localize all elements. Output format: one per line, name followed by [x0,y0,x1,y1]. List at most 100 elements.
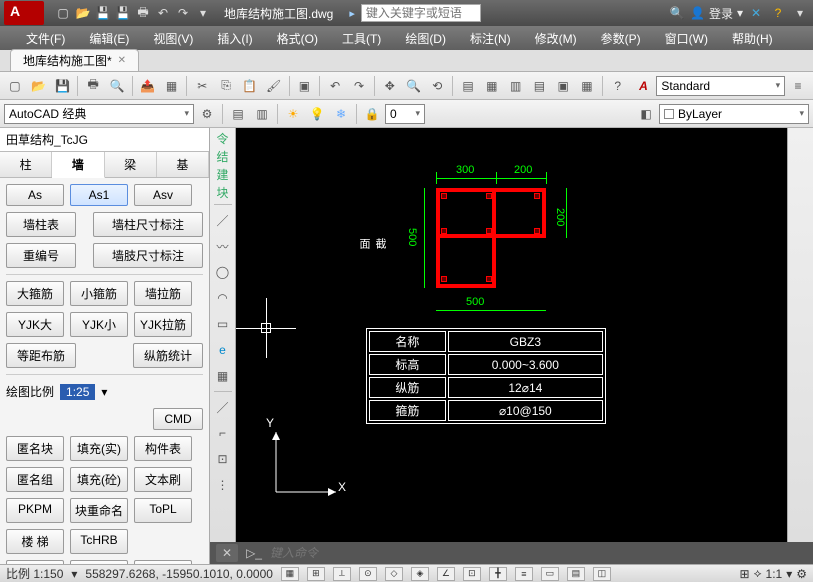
menu-modify[interactable]: 修改(M) [525,27,587,50]
menu-insert[interactable]: 插入(I) [207,27,262,50]
polar-btn[interactable]: ⊙ [359,567,377,581]
workspace-combo[interactable]: AutoCAD 经典▾ [4,104,194,124]
3dosnap-btn[interactable]: ◈ [411,567,429,581]
btn-as1[interactable]: As1 [70,184,128,206]
paste-btn[interactable]: 📋 [239,75,261,97]
app-menu-button[interactable] [4,1,44,25]
new-btn[interactable]: ▢ [4,75,26,97]
open-icon[interactable]: 📂 [74,4,92,22]
vtool-rect-icon[interactable]: ▭ [212,313,234,335]
close-tab-icon[interactable]: ✕ [118,55,126,66]
quickcalc-btn[interactable]: ▦ [576,75,598,97]
menu-view[interactable]: 视图(V) [143,27,203,50]
ortho-btn[interactable]: ⟂ [333,567,351,581]
redo-icon[interactable]: ↷ [174,4,192,22]
status-model-icon[interactable]: ⊞ [740,567,750,581]
ducs-btn[interactable]: ⊡ [463,567,481,581]
vtool-hatch-icon[interactable]: ▦ [212,365,234,387]
btn-anon-block[interactable]: 匿名块 [6,436,64,461]
dc-btn[interactable]: ▦ [481,75,503,97]
btn-pkpm[interactable]: PKPM [6,498,64,523]
vtool-0[interactable]: 令 [216,132,228,146]
menu-parametric[interactable]: 参数(P) [591,27,651,50]
exchange-icon[interactable]: ✕ [747,4,765,22]
save-icon[interactable]: 💾 [94,4,112,22]
btn-textbrush[interactable]: 文本刷 [134,467,192,492]
infocenter-icon[interactable]: 🔍 [668,4,686,22]
zoom-btn[interactable]: 🔍 [403,75,425,97]
menu-draw[interactable]: 绘图(D) [395,27,456,50]
publish-btn[interactable]: 📤 [137,75,159,97]
osnap-btn[interactable]: ◇ [385,567,403,581]
vtool-more3-icon[interactable]: ⊡ [212,448,234,470]
menu-format[interactable]: 格式(O) [267,27,328,50]
btn-cmd[interactable]: CMD [153,408,203,430]
prop-combo[interactable]: 0▾ [385,104,425,124]
menu-help[interactable]: 帮助(H) [722,27,783,50]
btn-yjk-small[interactable]: YJK小 [70,312,128,337]
status-annoscale[interactable]: 1:1 [766,567,783,581]
help-search-input[interactable] [361,4,481,22]
btn-stair[interactable]: 楼 梯 [6,529,64,554]
color-btn[interactable]: ◧ [635,103,657,125]
ssm-btn[interactable]: ▤ [529,75,551,97]
open-btn[interactable]: 📂 [28,75,50,97]
btn-asv[interactable]: Asv [134,184,192,206]
cut-btn[interactable]: ✂ [191,75,213,97]
btn-smallhoop[interactable]: 小箍筋 [70,281,128,306]
btn-as[interactable]: As [6,184,64,206]
new-icon[interactable]: ▢ [54,4,72,22]
menu-tools[interactable]: 工具(T) [332,27,391,50]
btn-yjk-tie[interactable]: YJK拉筋 [134,312,192,337]
blockedit-btn[interactable]: ▣ [294,75,316,97]
style-more[interactable]: ≡ [787,75,809,97]
copy-btn[interactable]: ⎘ [215,75,237,97]
panel-tab-ji[interactable]: 基 [157,152,209,177]
undo-icon[interactable]: ↶ [154,4,172,22]
login-button[interactable]: 👤 登录 ▾ [690,5,743,22]
grid-btn[interactable]: ⊞ [307,567,325,581]
menu-edit[interactable]: 编辑(E) [79,27,139,50]
layeriso-btn[interactable]: ▥ [251,103,273,125]
save-btn[interactable]: 💾 [52,75,74,97]
saveas-icon[interactable]: 💾 [114,4,132,22]
markup-btn[interactable]: ▣ [552,75,574,97]
zoomprev-btn[interactable]: ⟲ [426,75,448,97]
vtool-arc-icon[interactable]: ◠ [212,287,234,309]
preview-btn[interactable]: 🔍 [106,75,128,97]
btn-blockrename[interactable]: 块重命名 [70,498,128,523]
pan-btn[interactable]: ✥ [379,75,401,97]
match-btn[interactable]: 🖌 [263,75,285,97]
snap-btn[interactable]: ▦ [281,567,299,581]
vtool-more2-icon[interactable]: ⌐ [212,422,234,444]
layer-btn[interactable]: ▤ [227,103,249,125]
layer-color-combo[interactable]: ByLayer▾ [659,104,809,124]
redo-btn[interactable]: ↷ [348,75,370,97]
scale-value[interactable]: 1:25 [60,384,95,400]
status-scale[interactable]: 比例 1:150 [6,565,63,582]
panel-tab-qiang[interactable]: 墙 [52,152,104,178]
tpy-btn[interactable]: ▭ [541,567,559,581]
btn-member-table[interactable]: 构件表 [134,436,192,461]
command-input[interactable] [270,546,807,560]
vtool-circle-icon[interactable]: ◯ [212,261,234,283]
window-controls-icon[interactable]: ▾ [791,4,809,22]
btn-yjk-big[interactable]: YJK大 [6,312,64,337]
plot-btn[interactable]: 🖶 [82,75,104,97]
toolpal-btn[interactable]: ▥ [505,75,527,97]
status-gear-icon[interactable]: ⚙ [796,567,807,581]
vtool-ellipse-icon[interactable]: e [212,339,234,361]
3ddwf-btn[interactable]: ▦ [161,75,183,97]
menu-window[interactable]: 窗口(W) [655,27,718,50]
sun-icon[interactable]: ☀ [282,103,304,125]
btn-qz-dim[interactable]: 墙柱尺寸标注 [93,212,203,237]
scale-dropdown-icon[interactable]: ▾ [101,385,107,399]
btn-bighoop[interactable]: 大箍筋 [6,281,64,306]
plot-icon[interactable]: 🖶 [134,4,152,22]
textstyle-combo[interactable]: Standard▾ [656,76,785,96]
btn-eqspace[interactable]: 等距布筋 [6,343,76,368]
btn-tchrb[interactable]: TcHRB [70,529,128,554]
dyn-btn[interactable]: ╋ [489,567,507,581]
drawing-canvas[interactable]: X Y 截面 300 200 200 500 500 [236,128,787,542]
menu-dimension[interactable]: 标注(N) [460,27,521,50]
